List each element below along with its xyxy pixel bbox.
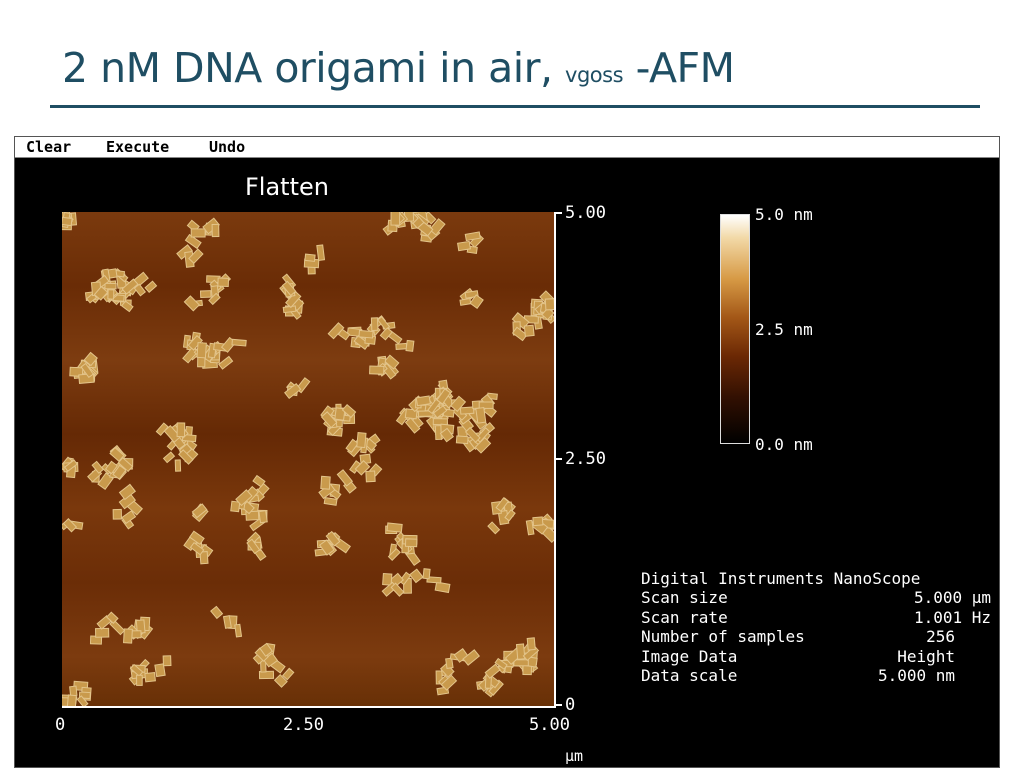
origami-tile	[358, 329, 374, 339]
title-small: vgoss	[565, 63, 624, 87]
origami-tile	[112, 508, 122, 520]
origami-tile	[365, 470, 376, 483]
origami-tile	[282, 305, 297, 314]
origami-tile	[323, 497, 338, 506]
origami-tile	[386, 522, 403, 533]
clear-menu-item[interactable]: Clear	[26, 138, 71, 156]
origami-tile	[415, 395, 431, 407]
origami-tile	[123, 628, 133, 644]
color-scale-mid: 2.5 nm	[755, 320, 813, 339]
info-panel: Digital Instruments NanoScope Scan size 5…	[641, 569, 991, 694]
origami-tile	[231, 338, 247, 347]
undo-menu-item[interactable]: Undo	[209, 138, 245, 156]
title-divider	[50, 105, 980, 108]
origami-tile	[316, 244, 326, 261]
origami-tile	[136, 674, 143, 686]
info-value: 5.000 nm	[877, 666, 955, 685]
title-tail: -AFM	[635, 44, 735, 92]
origami-tile	[66, 694, 77, 706]
y-tick-label-0: 0	[565, 695, 576, 715]
afm-height-image	[62, 212, 554, 706]
origami-tile	[174, 459, 182, 472]
color-scale-top: 5.0 nm	[755, 205, 813, 224]
menu-bar: Clear Execute Undo	[15, 137, 999, 158]
origami-tile	[211, 223, 220, 238]
x-tick-label-5: 5.00	[529, 715, 570, 735]
execute-menu-item[interactable]: Execute	[106, 138, 169, 156]
origami-tile	[190, 228, 206, 238]
origami-tile	[369, 365, 385, 375]
origami-tile	[217, 277, 230, 287]
height-color-bar	[720, 214, 750, 444]
title-main: 2 nM DNA origami in air,	[62, 44, 553, 92]
origami-tile	[356, 432, 367, 449]
origami-tile	[455, 435, 469, 445]
info-value: Height	[897, 646, 955, 666]
origami-tile	[104, 282, 117, 290]
info-key: Scan size	[641, 588, 728, 607]
origami-tile	[370, 317, 379, 332]
origami-tile	[513, 659, 529, 667]
info-value: 256	[926, 627, 955, 646]
origami-tile	[459, 297, 472, 306]
x-tick-label-2-5: 2.50	[283, 715, 324, 735]
origami-tile	[320, 475, 331, 490]
origami-tile	[395, 342, 408, 350]
origami-tile	[199, 290, 212, 298]
origami-tile	[404, 538, 418, 548]
info-key: Scan rate	[641, 607, 728, 627]
origami-tile	[62, 216, 73, 227]
origami-tile	[422, 568, 431, 580]
origami-tile	[230, 500, 241, 513]
y-tick-mid	[554, 458, 562, 460]
origami-tile	[523, 324, 535, 337]
info-key: Image Data	[641, 646, 738, 666]
origami-tile	[526, 637, 536, 651]
info-value: 5.000 µm	[913, 588, 991, 607]
origami-tile	[162, 655, 172, 667]
image-label: Flatten	[245, 173, 329, 201]
origami-tile	[434, 581, 451, 594]
origami-tile	[107, 289, 115, 300]
x-tick-label-0: 0	[55, 715, 66, 735]
origami-tile	[234, 623, 243, 638]
x-axis-line	[62, 706, 556, 708]
origami-tile	[532, 516, 544, 527]
info-key: Data scale	[641, 666, 738, 685]
y-tick-label-5: 5.00	[565, 203, 606, 223]
origami-tile	[432, 418, 448, 426]
origami-tile	[144, 671, 156, 683]
slide-title: 2 nM DNA origami in air, vgoss -AFM	[62, 40, 735, 103]
origami-tile	[405, 339, 415, 352]
origami-tile	[445, 657, 454, 669]
info-value: 1.001 Hz	[913, 607, 991, 627]
origami-tile	[176, 422, 186, 438]
origami-tile	[95, 627, 110, 638]
y-tick-label-2-5: 2.50	[565, 449, 606, 469]
info-key: Number of samples	[641, 627, 805, 646]
origami-tile	[544, 298, 554, 311]
origami-tile	[304, 253, 316, 262]
origami-tile	[69, 685, 78, 697]
origami-tile	[475, 406, 487, 424]
origami-tile	[515, 643, 526, 660]
x-unit-label: µm	[565, 747, 584, 765]
afm-window: Clear Execute Undo Flatten 5.00 2.50 0 0	[14, 136, 1000, 768]
origami-tile	[390, 212, 401, 226]
origami-tile	[196, 342, 207, 359]
y-tick-top	[554, 212, 562, 214]
color-scale-bottom: 0.0 nm	[755, 435, 813, 454]
info-header: Digital Instruments NanoScope	[641, 569, 921, 588]
origami-tile	[457, 240, 471, 252]
origami-tile	[459, 406, 475, 415]
origami-tile	[258, 510, 268, 524]
origami-tile	[434, 425, 442, 441]
